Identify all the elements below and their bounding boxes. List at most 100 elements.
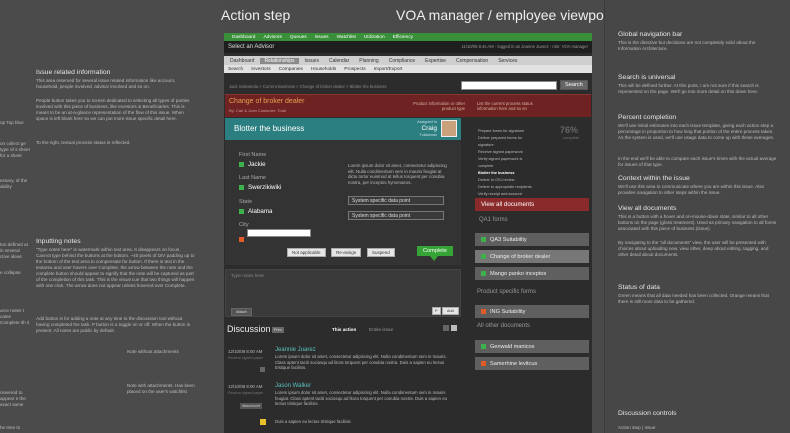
view-docs-text: This is a button with a hover and on-mou… bbox=[618, 214, 777, 231]
subtab-households[interactable]: Households bbox=[311, 67, 336, 72]
avatar bbox=[441, 120, 457, 137]
city-input[interactable] bbox=[247, 229, 311, 237]
assignee-role: Tukkaman bbox=[419, 133, 437, 137]
search-input[interactable] bbox=[461, 81, 557, 90]
doc-label: Genwald manicos bbox=[490, 343, 535, 350]
note-without-attachments: Note without attachments bbox=[127, 349, 179, 354]
discussion-title: Discussion bbox=[227, 324, 271, 334]
doc-label: Samerhine levitcus bbox=[490, 360, 538, 367]
view-all-documents-button[interactable]: View all documents bbox=[475, 198, 589, 211]
tab-issues[interactable]: Issues bbox=[301, 58, 323, 64]
product-forms-header: Product specific forms bbox=[477, 289, 537, 295]
notes-placeholder: Type notes here bbox=[231, 273, 264, 278]
doc-label: Change of broker dealer bbox=[490, 253, 551, 260]
step-item[interactable]: Deliver to appropriate recipients bbox=[478, 184, 538, 191]
note-with-attachments: Note with attachments. Has been placed o… bbox=[127, 383, 195, 394]
tab-calendar[interactable]: Calendar bbox=[325, 58, 353, 64]
prev-page-icon[interactable] bbox=[443, 325, 449, 331]
doc-change-of-broker[interactable]: Change of broker dealer bbox=[475, 250, 589, 263]
advisor-bar: Select an Advisor 11/10/08 8:4s AM - log… bbox=[224, 41, 592, 53]
tab-compliance[interactable]: Compliance bbox=[385, 58, 419, 64]
step-item[interactable]: Deliver prepared forms for signature bbox=[478, 135, 538, 149]
nav-watchlist[interactable]: Watchlist bbox=[337, 35, 356, 40]
status-incomplete-icon bbox=[481, 361, 486, 366]
subtab-prospects[interactable]: Prospects bbox=[344, 67, 365, 72]
edge-note-2: on collect ge type of s sheet for a shee… bbox=[0, 141, 30, 158]
edge-note-3: essary, of the ability bbox=[0, 178, 28, 189]
nav-issues[interactable]: Issues bbox=[315, 35, 329, 40]
subtab-investors[interactable]: Investors bbox=[251, 67, 270, 72]
tab-expertise[interactable]: Expertise bbox=[421, 58, 450, 64]
subtab-companies[interactable]: Companies bbox=[279, 67, 303, 72]
tab-relationships[interactable]: Relationships bbox=[260, 57, 299, 64]
attachment-badge[interactable]: Attachment bbox=[240, 403, 263, 409]
gnb-title: Global navigation bar bbox=[618, 31, 683, 38]
tab-planning[interactable]: Planning bbox=[355, 58, 382, 64]
reassign-button[interactable]: Re-assign bbox=[331, 248, 362, 257]
other-docs-header: All other documents bbox=[477, 323, 531, 329]
issue-info-title: Issue related information bbox=[36, 69, 111, 76]
right-annotation-column: Global navigation bar This is the direct… bbox=[604, 0, 790, 433]
system-data-point-2[interactable]: System specific data point bbox=[348, 211, 444, 220]
action-step-header: Blotter the business Assigned to Craig T… bbox=[225, 118, 461, 140]
post-author[interactable]: Jeannie Juarez bbox=[275, 347, 316, 353]
header-viewpoint: VOA manager / employee viewpoint bbox=[396, 7, 619, 23]
post-meta: Receive signed paper bbox=[228, 356, 263, 360]
attach-button[interactable]: Attach bbox=[231, 308, 252, 316]
search-button[interactable]: Search bbox=[560, 80, 588, 90]
step-item-current[interactable]: Blotter the business bbox=[478, 170, 538, 177]
nav-utilization[interactable]: Utilization bbox=[364, 35, 385, 40]
global-nav-bar: Dashboard Advisors Queues Issues Watchli… bbox=[224, 33, 592, 41]
filter-entire-issue[interactable]: Entire issue bbox=[369, 327, 393, 332]
doc-ing-suitability[interactable]: ING Suitability bbox=[475, 305, 589, 318]
next-page-icon[interactable] bbox=[451, 325, 457, 331]
doc-label: Mango panko inceptos bbox=[490, 270, 547, 277]
filter-this-action[interactable]: This action bbox=[332, 327, 356, 332]
suspend-button[interactable]: Suspend bbox=[367, 248, 395, 257]
notes-textarea[interactable]: Type notes here Attach P Add bbox=[225, 269, 461, 317]
status-incomplete-icon bbox=[239, 237, 244, 243]
action-step-title: Blotter the business bbox=[234, 124, 305, 133]
subtab-import-export[interactable]: Import/Export bbox=[374, 67, 403, 72]
step-item[interactable]: Verify signed paperwork is complete bbox=[478, 156, 538, 170]
tab-services[interactable]: Services bbox=[494, 58, 521, 64]
not-applicable-button[interactable]: Not applicable bbox=[287, 248, 326, 257]
system-data-point-1[interactable]: System specific data point bbox=[348, 196, 444, 205]
tab-dashboard[interactable]: Dashboard bbox=[226, 58, 258, 64]
step-item[interactable]: Prepare forms for signature bbox=[478, 128, 538, 135]
doc-genwald-manicos[interactable]: Genwald manicos bbox=[475, 340, 589, 353]
status-data-text: Green means that all data needed has bee… bbox=[618, 293, 769, 304]
add-note-button[interactable]: Add bbox=[442, 307, 459, 315]
nav-dashboard[interactable]: Dashboard bbox=[232, 35, 255, 40]
status-complete-icon bbox=[481, 254, 486, 259]
doc-samerhine-levitcus[interactable]: Samerhine levitcus bbox=[475, 357, 589, 370]
post-body: Lorem ipsum dolor sit amet, consectetur … bbox=[275, 390, 447, 407]
state-text: Alabama bbox=[248, 208, 273, 215]
post-date: 12/10/08 8:00 AM bbox=[228, 384, 263, 389]
discussion-controls-title: Discussion controls bbox=[618, 410, 677, 417]
doc-qa3-suitability[interactable]: QA3 Suitability bbox=[475, 233, 589, 246]
first-name-value: Jackie bbox=[239, 161, 266, 168]
status-complete-icon bbox=[239, 208, 244, 214]
nav-advisors[interactable]: Advisors bbox=[263, 35, 281, 40]
step-item[interactable]: Receive signed paperwork bbox=[478, 149, 538, 156]
nav-efficiency[interactable]: Efficiency bbox=[393, 35, 413, 40]
watchlist-icon[interactable] bbox=[260, 419, 266, 425]
tab-compensation[interactable]: Compensation bbox=[452, 58, 492, 64]
first-name-label: First Name bbox=[239, 152, 267, 158]
subtab-search[interactable]: Search bbox=[228, 67, 243, 72]
step-item[interactable]: Deliver to OSJ review bbox=[478, 177, 538, 184]
last-name-label: Last Name bbox=[239, 175, 267, 181]
status-complete-icon bbox=[481, 271, 486, 276]
doc-mango-panko[interactable]: Mango panko inceptos bbox=[475, 267, 589, 280]
status-complete-icon bbox=[481, 344, 486, 349]
nav-queues[interactable]: Queues bbox=[290, 35, 307, 40]
post-author[interactable]: Jason Walker bbox=[275, 383, 311, 389]
select-advisor-dropdown[interactable]: Select an Advisor bbox=[228, 44, 274, 50]
edge-note-6: urce notes t cates Complete ith it bbox=[0, 308, 30, 325]
privacy-toggle-button[interactable]: P bbox=[432, 307, 441, 315]
doc-label: QA3 Suitability bbox=[490, 236, 527, 243]
post-body: Duis a sapien eu lectus tristique facili… bbox=[275, 419, 351, 424]
inputting-notes-text: "Type notes here" is watermark within te… bbox=[36, 247, 195, 288]
complete-button[interactable]: Complete bbox=[417, 246, 453, 256]
